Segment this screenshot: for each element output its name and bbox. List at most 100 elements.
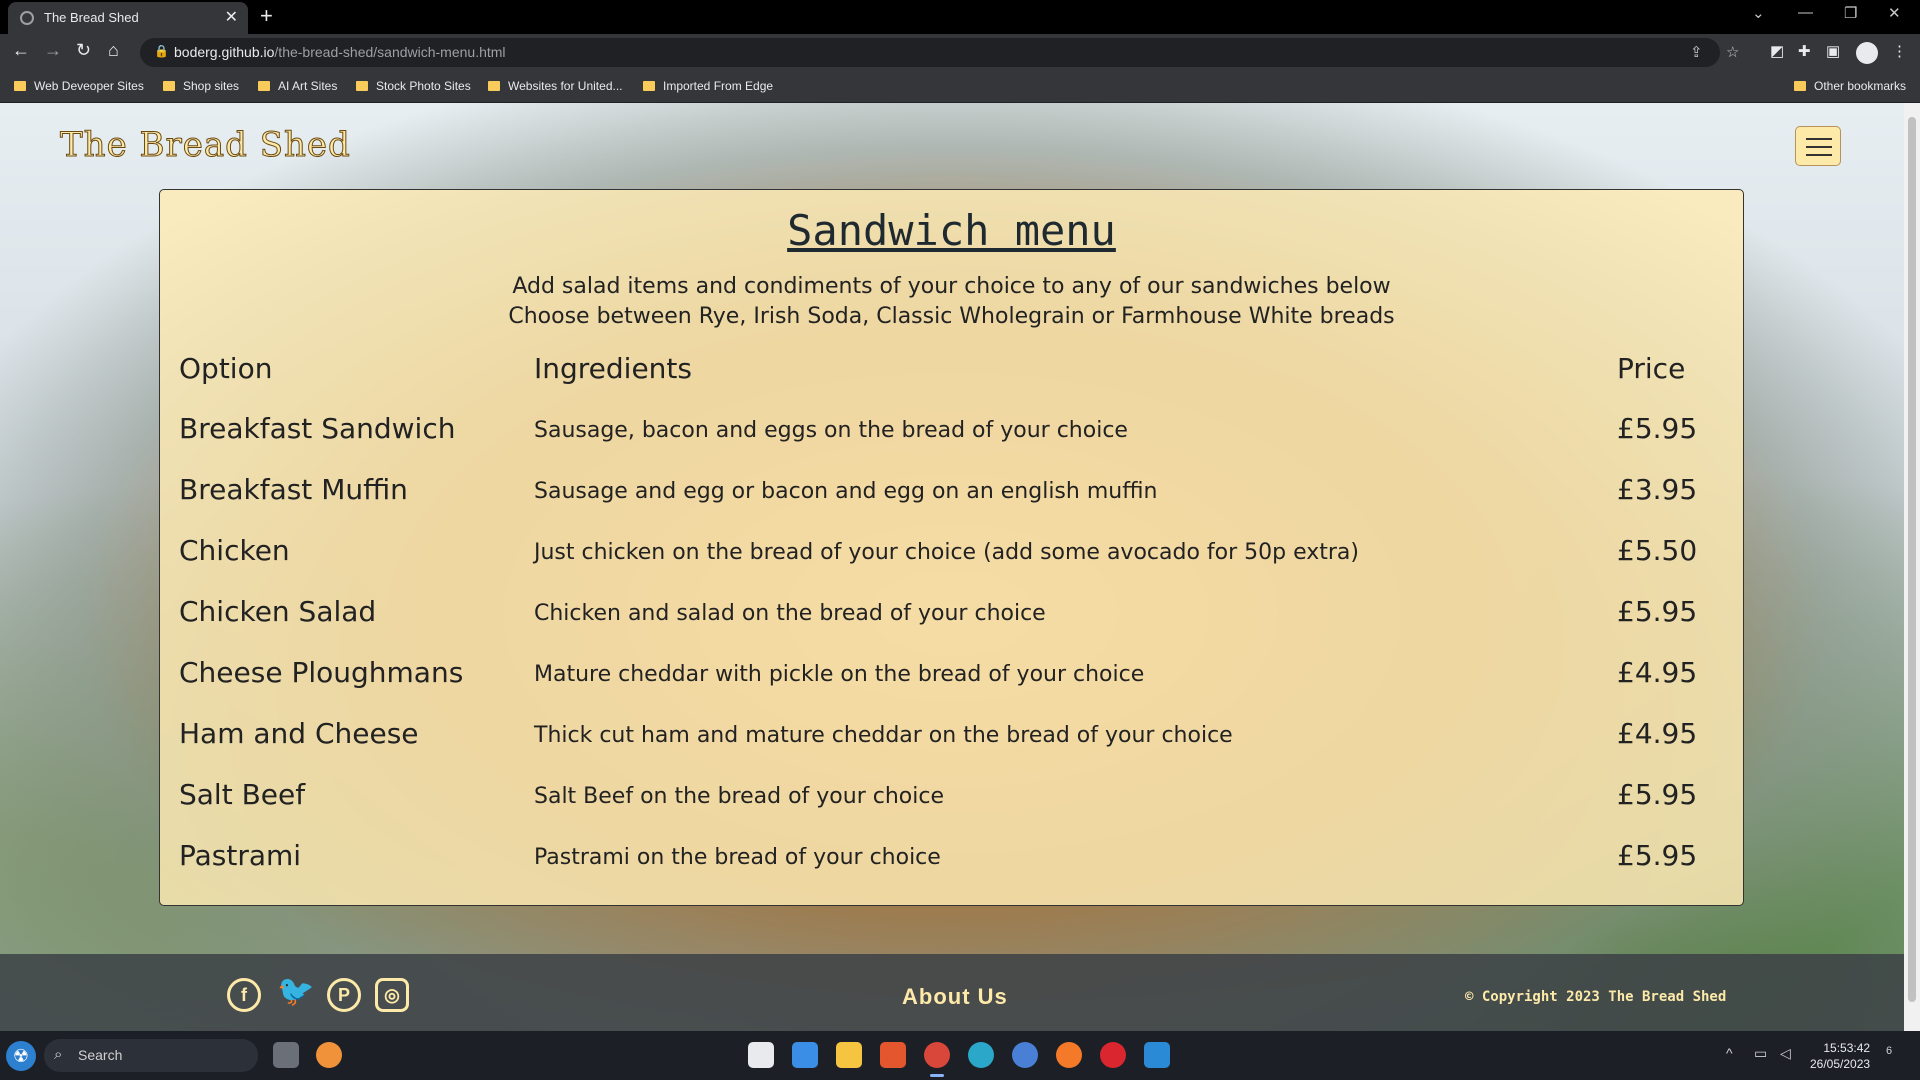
firefox-dev-icon[interactable] — [1012, 1042, 1038, 1068]
bookmark-label: AI Art Sites — [278, 79, 338, 93]
clock-time: 15:53:42 — [1823, 1041, 1871, 1055]
sandwich-menu-card: Sandwich menu Add salad items and condim… — [159, 189, 1744, 906]
bookmark-folder[interactable]: Websites for United... — [488, 79, 623, 93]
brave-icon[interactable] — [880, 1042, 906, 1068]
menu-option: Salt Beef — [179, 778, 306, 811]
browser-tab[interactable]: The Bread Shed ✕ — [8, 2, 248, 34]
menu-price: £4.95 — [1617, 717, 1698, 750]
scrollbar-thumb[interactable] — [1908, 117, 1916, 1002]
mail-icon[interactable] — [792, 1042, 818, 1068]
new-tab-button[interactable]: + — [260, 3, 273, 29]
volume-icon[interactable]: ◁ — [1780, 1045, 1791, 1062]
pinterest-icon[interactable]: P — [327, 978, 361, 1012]
menu-price: £5.95 — [1617, 839, 1698, 872]
menu-option: Breakfast Muffin — [179, 473, 408, 506]
menu-title: Sandwich menu — [787, 206, 1116, 255]
more-menu-icon[interactable]: ⋮ — [1892, 42, 1907, 60]
other-bookmarks[interactable]: Other bookmarks — [1794, 79, 1906, 93]
folder-icon — [488, 81, 500, 91]
menu-price: £3.95 — [1617, 473, 1698, 506]
os-taskbar: ☢ ⌕ Search ^ ▭ ◁ 15:53:42 26/05/2023 6 — [0, 1031, 1920, 1080]
tab-search-icon[interactable]: ⌄ — [1752, 4, 1765, 22]
browser-toolbar: ← → ↻ ⌂ 🔒 boderg.github.io/the-bread-she… — [0, 34, 1920, 71]
instagram-icon[interactable]: ◎ — [375, 978, 409, 1012]
bookmark-folder[interactable]: Imported From Edge — [643, 79, 773, 93]
taskbar-search[interactable]: ⌕ Search — [44, 1039, 258, 1072]
menu-option: Pastrami — [179, 839, 302, 872]
menu-option: Chicken Salad — [179, 595, 377, 628]
menu-ingredients: Mature cheddar with pickle on the bread … — [534, 662, 1145, 687]
home-icon[interactable]: ⌂ — [108, 40, 119, 61]
menu-ingredients: Pastrami on the bread of your choice — [534, 845, 941, 870]
bookmark-star-icon[interactable]: ☆ — [1726, 43, 1739, 61]
menu-row: Chicken Just chicken on the bread of you… — [160, 534, 1743, 584]
search-icon: ⌕ — [54, 1046, 63, 1063]
tray-overflow-icon[interactable]: ^ — [1726, 1045, 1733, 1061]
menu-ingredients: Just chicken on the bread of your choice… — [534, 540, 1359, 565]
bookmark-folder[interactable]: AI Art Sites — [258, 79, 337, 93]
menu-price: £5.50 — [1617, 534, 1698, 567]
bookmark-folder[interactable]: Shop sites — [163, 79, 239, 93]
hamburger-menu-button[interactable] — [1795, 126, 1841, 166]
menu-ingredients: Sausage, bacon and eggs on the bread of … — [534, 418, 1128, 443]
clock-date: 26/05/2023 — [1810, 1057, 1871, 1071]
menu-price: £5.95 — [1617, 595, 1698, 628]
about-us-link[interactable]: About Us — [902, 984, 1008, 1010]
minimize-icon[interactable]: — — [1798, 4, 1813, 21]
twitter-icon[interactable]: 🐦 — [277, 977, 314, 1012]
other-bookmarks-label: Other bookmarks — [1814, 79, 1907, 93]
bookmark-label: Web Deveoper Sites — [34, 79, 144, 93]
bookmark-folder[interactable]: Web Deveoper Sites — [14, 79, 144, 93]
menu-ingredients: Salt Beef on the bread of your choice — [534, 784, 944, 809]
extensions-puzzle-icon[interactable]: ✚ — [1798, 42, 1811, 60]
column-header-price: Price — [1617, 352, 1686, 385]
menu-row: Pastrami Pastrami on the bread of your c… — [160, 839, 1743, 889]
folder-icon — [14, 81, 26, 91]
menu-option: Cheese Ploughmans — [179, 656, 464, 689]
widget-icon[interactable] — [316, 1042, 342, 1068]
reload-icon[interactable]: ↻ — [76, 40, 91, 61]
site-footer: f 🐦 P ◎ About Us © Copyright 2023 The Br… — [0, 954, 1904, 1031]
window-close-icon[interactable]: ✕ — [1888, 4, 1901, 22]
side-panel-icon[interactable]: ▣ — [1826, 42, 1840, 60]
menu-ingredients: Chicken and salad on the bread of your c… — [534, 601, 1046, 626]
edge-icon[interactable] — [968, 1042, 994, 1068]
share-icon[interactable]: ⇪ — [1690, 43, 1703, 61]
taskbar-clock[interactable]: 15:53:42 26/05/2023 — [1810, 1040, 1870, 1072]
close-tab-icon[interactable]: ✕ — [225, 7, 238, 27]
file-explorer-icon[interactable] — [836, 1042, 862, 1068]
facebook-icon[interactable]: f — [227, 978, 261, 1012]
forward-icon[interactable]: → — [44, 40, 62, 61]
vscode-icon[interactable] — [1144, 1042, 1170, 1068]
profile-avatar[interactable] — [1856, 42, 1878, 64]
bookmark-folder[interactable]: Stock Photo Sites — [356, 79, 471, 93]
address-bar[interactable]: 🔒 boderg.github.io/the-bread-shed/sandwi… — [140, 38, 1739, 67]
site-brand[interactable]: The Bread Shed — [60, 125, 351, 166]
folder-icon — [356, 81, 368, 91]
store-icon[interactable] — [748, 1042, 774, 1068]
bookmark-label: Websites for United... — [508, 79, 623, 93]
page-scrollbar[interactable] — [1904, 103, 1920, 1031]
page-viewport: The Bread Shed Sandwich menu Add salad i… — [0, 103, 1904, 1031]
start-icon[interactable]: ☢ — [6, 1041, 36, 1071]
menu-ingredients: Thick cut ham and mature cheddar on the … — [534, 723, 1233, 748]
browser-tab-strip: The Bread Shed ✕ + ⌄ — ❐ ✕ — [0, 0, 1920, 34]
globe-icon — [20, 11, 34, 25]
firefox-icon[interactable] — [1056, 1042, 1082, 1068]
restore-icon[interactable]: ❐ — [1844, 4, 1857, 22]
extension-icon[interactable]: ◩ — [1770, 42, 1784, 60]
task-view-icon[interactable] — [273, 1042, 299, 1068]
opera-icon[interactable] — [1100, 1042, 1126, 1068]
notification-badge[interactable]: 6 — [1886, 1045, 1892, 1057]
menu-ingredients: Sausage and egg or bacon and egg on an e… — [534, 479, 1158, 504]
url-text: boderg.github.io/the-bread-shed/sandwich… — [174, 44, 506, 60]
menu-price: £5.95 — [1617, 778, 1698, 811]
network-icon[interactable]: ▭ — [1754, 1045, 1767, 1062]
menu-price: £4.95 — [1617, 656, 1698, 689]
hamburger-line — [1806, 146, 1832, 148]
menu-option: Breakfast Sandwich — [179, 412, 456, 445]
menu-row: Breakfast Sandwich Sausage, bacon and eg… — [160, 412, 1743, 462]
back-icon[interactable]: ← — [12, 40, 30, 61]
folder-icon — [1794, 81, 1806, 91]
chrome-icon[interactable] — [924, 1042, 950, 1077]
